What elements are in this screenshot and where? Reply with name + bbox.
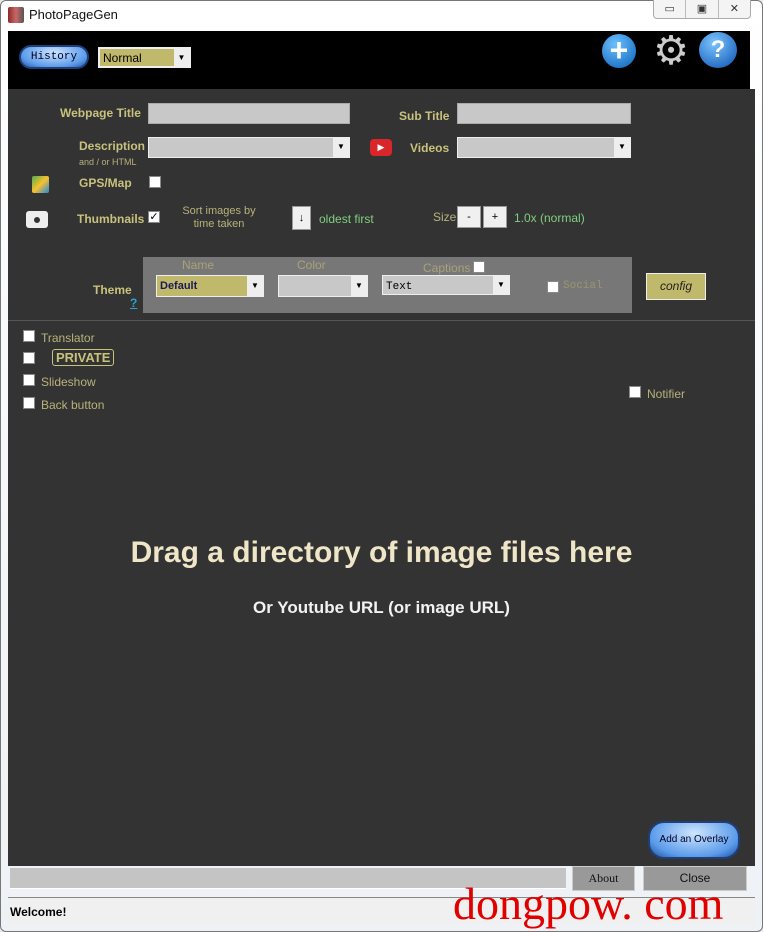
chevron-down-icon: ▼ [174,49,189,66]
description-sublabel: and / or HTML [79,157,137,167]
slideshow-checkbox[interactable] [23,374,35,386]
size-decrease-button[interactable]: - [457,206,481,228]
chevron-down-icon: ▼ [333,138,349,157]
notifier-checkbox[interactable] [629,386,641,398]
theme-color-dropdown[interactable]: ▼ [278,275,368,297]
mode-value: Normal [103,51,142,65]
maximize-button[interactable]: ▣ [686,0,719,18]
config-button[interactable]: config [646,273,706,300]
sort-order-label: oldest first [319,212,374,226]
social-checkbox[interactable] [547,281,559,293]
add-overlay-button[interactable]: Add an Overlay [648,821,740,859]
header-bar: History Normal ▼ + ⚙ ? [8,31,750,89]
videos-label: Videos [410,141,450,155]
notifier-label: Notifier [647,387,686,401]
subtitle-input[interactable] [457,103,631,124]
divider [8,320,755,321]
captions-dropdown[interactable]: Text ▼ [382,275,510,295]
camera-icon [26,211,48,228]
status-bar [8,897,755,925]
about-button[interactable]: About [572,866,635,891]
chevron-down-icon: ▼ [351,276,367,296]
close-button[interactable]: Close [643,866,747,891]
back-button-label: Back button [41,398,105,412]
size-value: 1.0x (normal) [514,211,585,225]
sort-label: Sort images by time taken [182,205,256,230]
dropzone-title[interactable]: Drag a directory of image files here [8,536,755,570]
theme-label: Theme [93,283,132,297]
sort-order-button[interactable]: ↓ [292,206,311,230]
chevron-down-icon: ▼ [614,138,630,157]
subtitle-label: Sub Title [399,109,450,123]
theme-name-label: Name [182,258,215,272]
youtube-icon[interactable]: ▶ [370,139,392,156]
social-label: Social [563,280,603,292]
map-icon [32,176,49,193]
webpage-title-label: Webpage Title [60,106,141,120]
chevron-down-icon: ▼ [247,276,263,296]
private-label: PRIVATE [52,349,115,366]
main-panel [8,89,755,866]
gps-checkbox[interactable] [149,176,161,188]
dropzone-subtitle: Or Youtube URL (or image URL) [253,598,510,617]
mode-select[interactable]: Normal ▼ [98,47,191,68]
gps-label: GPS/Map [79,176,132,190]
theme-name-value: Default [160,280,198,292]
window-controls: ▭ ▣ ✕ [653,0,751,19]
status-text: Welcome! [10,905,67,919]
slideshow-label: Slideshow [41,375,96,389]
help-icon[interactable]: ? [699,32,737,68]
plus-circle-icon[interactable]: + [602,34,636,68]
window-title: PhotoPageGen [29,7,118,22]
back-button-checkbox[interactable] [23,397,35,409]
captions-value: Text [386,281,413,293]
size-increase-button[interactable]: + [483,206,507,228]
captions-checkbox[interactable] [473,261,485,273]
chevron-down-icon: ▼ [493,276,509,294]
theme-help-link[interactable]: ? [130,296,137,310]
captions-label: Captions [423,261,471,275]
thumbnails-checkbox[interactable]: ✓ [148,211,160,223]
translator-label: Translator [41,331,95,345]
app-icon [8,7,24,23]
videos-dropdown[interactable]: ▼ [457,137,631,158]
private-checkbox[interactable] [23,352,35,364]
translator-checkbox[interactable] [23,330,35,342]
thumbnails-label: Thumbnails [77,212,145,226]
history-button[interactable]: History [19,45,89,69]
minimize-button[interactable]: ▭ [654,0,687,18]
description-dropdown[interactable]: ▼ [148,137,350,158]
theme-color-label: Color [297,258,326,272]
url-input[interactable] [10,868,566,889]
theme-name-dropdown[interactable]: Default ▼ [156,275,264,297]
size-label: Size [433,210,457,224]
gear-icon[interactable]: ⚙ [652,31,690,71]
description-label: Description [79,139,146,153]
webpage-title-input[interactable] [148,103,350,124]
close-window-button[interactable]: ✕ [719,0,750,18]
